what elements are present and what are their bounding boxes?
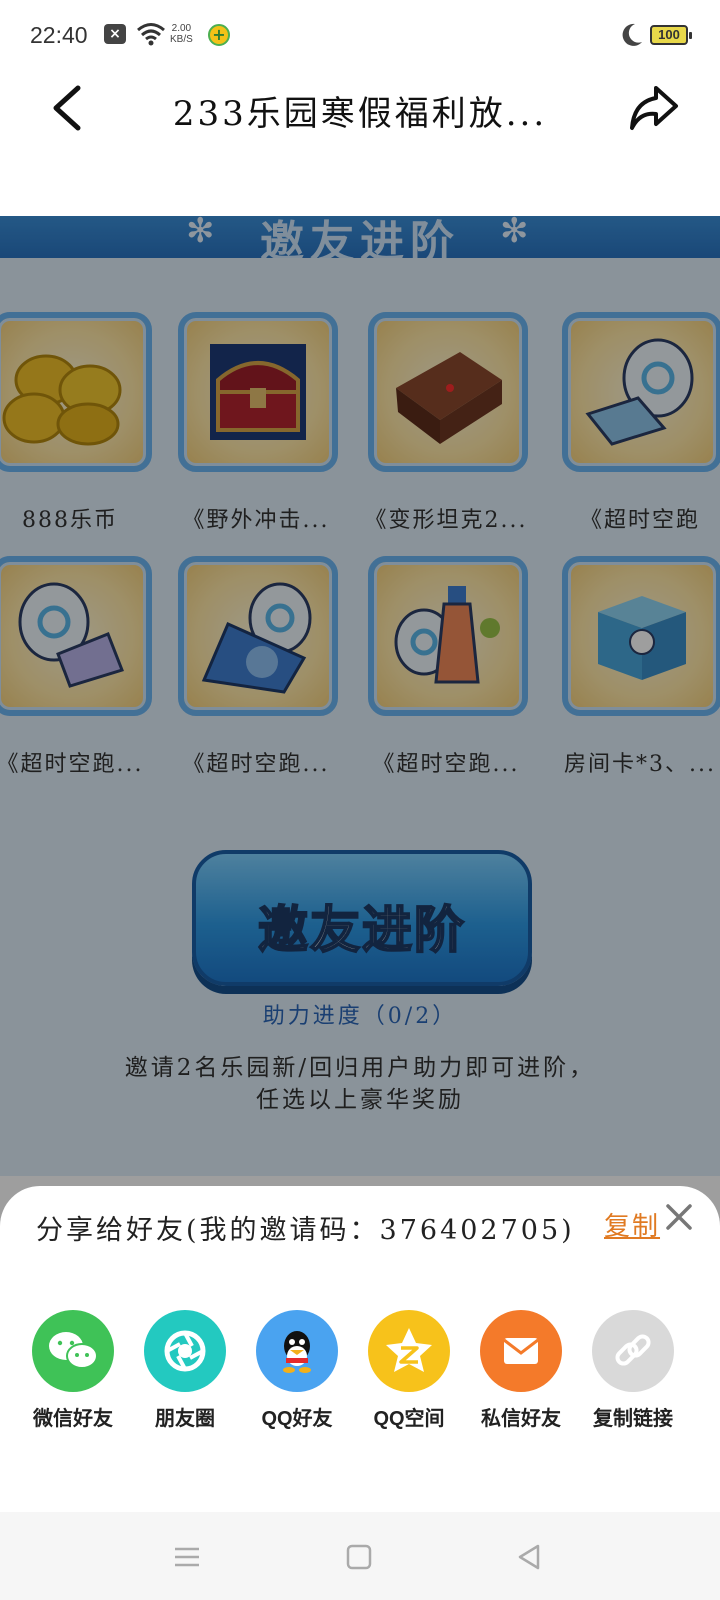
moon-icon <box>622 23 642 46</box>
menu-icon[interactable] <box>170 1540 204 1574</box>
network-speed: 2.00 KB/S <box>170 23 193 45</box>
close-icon[interactable] <box>662 1200 696 1234</box>
share-moments[interactable]: 朋友圈 <box>130 1310 240 1431</box>
share-button[interactable] <box>628 82 680 134</box>
share-sheet-title: 分享给好友(我的邀请码：376402705) <box>36 1215 575 1246</box>
link-icon <box>592 1310 674 1392</box>
page-title: 233乐园寒假福利放... <box>172 94 548 134</box>
status-time: 22:40 <box>30 22 88 48</box>
share-message[interactable]: 私信好友 <box>466 1310 576 1431</box>
share-label: QQ空间 <box>373 1408 445 1430</box>
share-copy-link[interactable]: 复制链接 <box>578 1310 688 1431</box>
share-sheet: 分享给好友(我的邀请码：376402705) 复制 微信好友 朋友圈 QQ好友 … <box>0 1186 720 1512</box>
status-bar: 22:40 × 2.00 KB/S + 100 <box>0 0 720 72</box>
share-qzone[interactable]: QQ空间 <box>354 1310 464 1431</box>
moments-icon <box>144 1310 226 1392</box>
mail-icon <box>480 1310 562 1392</box>
home-icon[interactable] <box>342 1540 376 1574</box>
qzone-icon <box>368 1310 450 1392</box>
share-label: 私信好友 <box>481 1408 561 1430</box>
app-badge-icon: + <box>208 24 230 46</box>
wechat-icon <box>32 1310 114 1392</box>
qq-icon <box>256 1310 338 1392</box>
share-label: 微信好友 <box>33 1408 113 1430</box>
back-button[interactable] <box>46 80 90 136</box>
share-wechat[interactable]: 微信好友 <box>18 1310 128 1431</box>
notification-icon: × <box>104 24 126 44</box>
share-label: 朋友圈 <box>155 1408 215 1430</box>
system-nav-bar <box>0 1512 720 1600</box>
share-label: QQ好友 <box>261 1408 333 1430</box>
copy-code-link[interactable]: 复制 <box>604 1206 660 1243</box>
share-qq[interactable]: QQ好友 <box>242 1310 352 1431</box>
battery-icon: 100 <box>650 25 692 45</box>
share-label: 复制链接 <box>593 1408 673 1430</box>
back-nav-icon[interactable] <box>512 1540 546 1574</box>
wifi-icon <box>137 23 165 46</box>
